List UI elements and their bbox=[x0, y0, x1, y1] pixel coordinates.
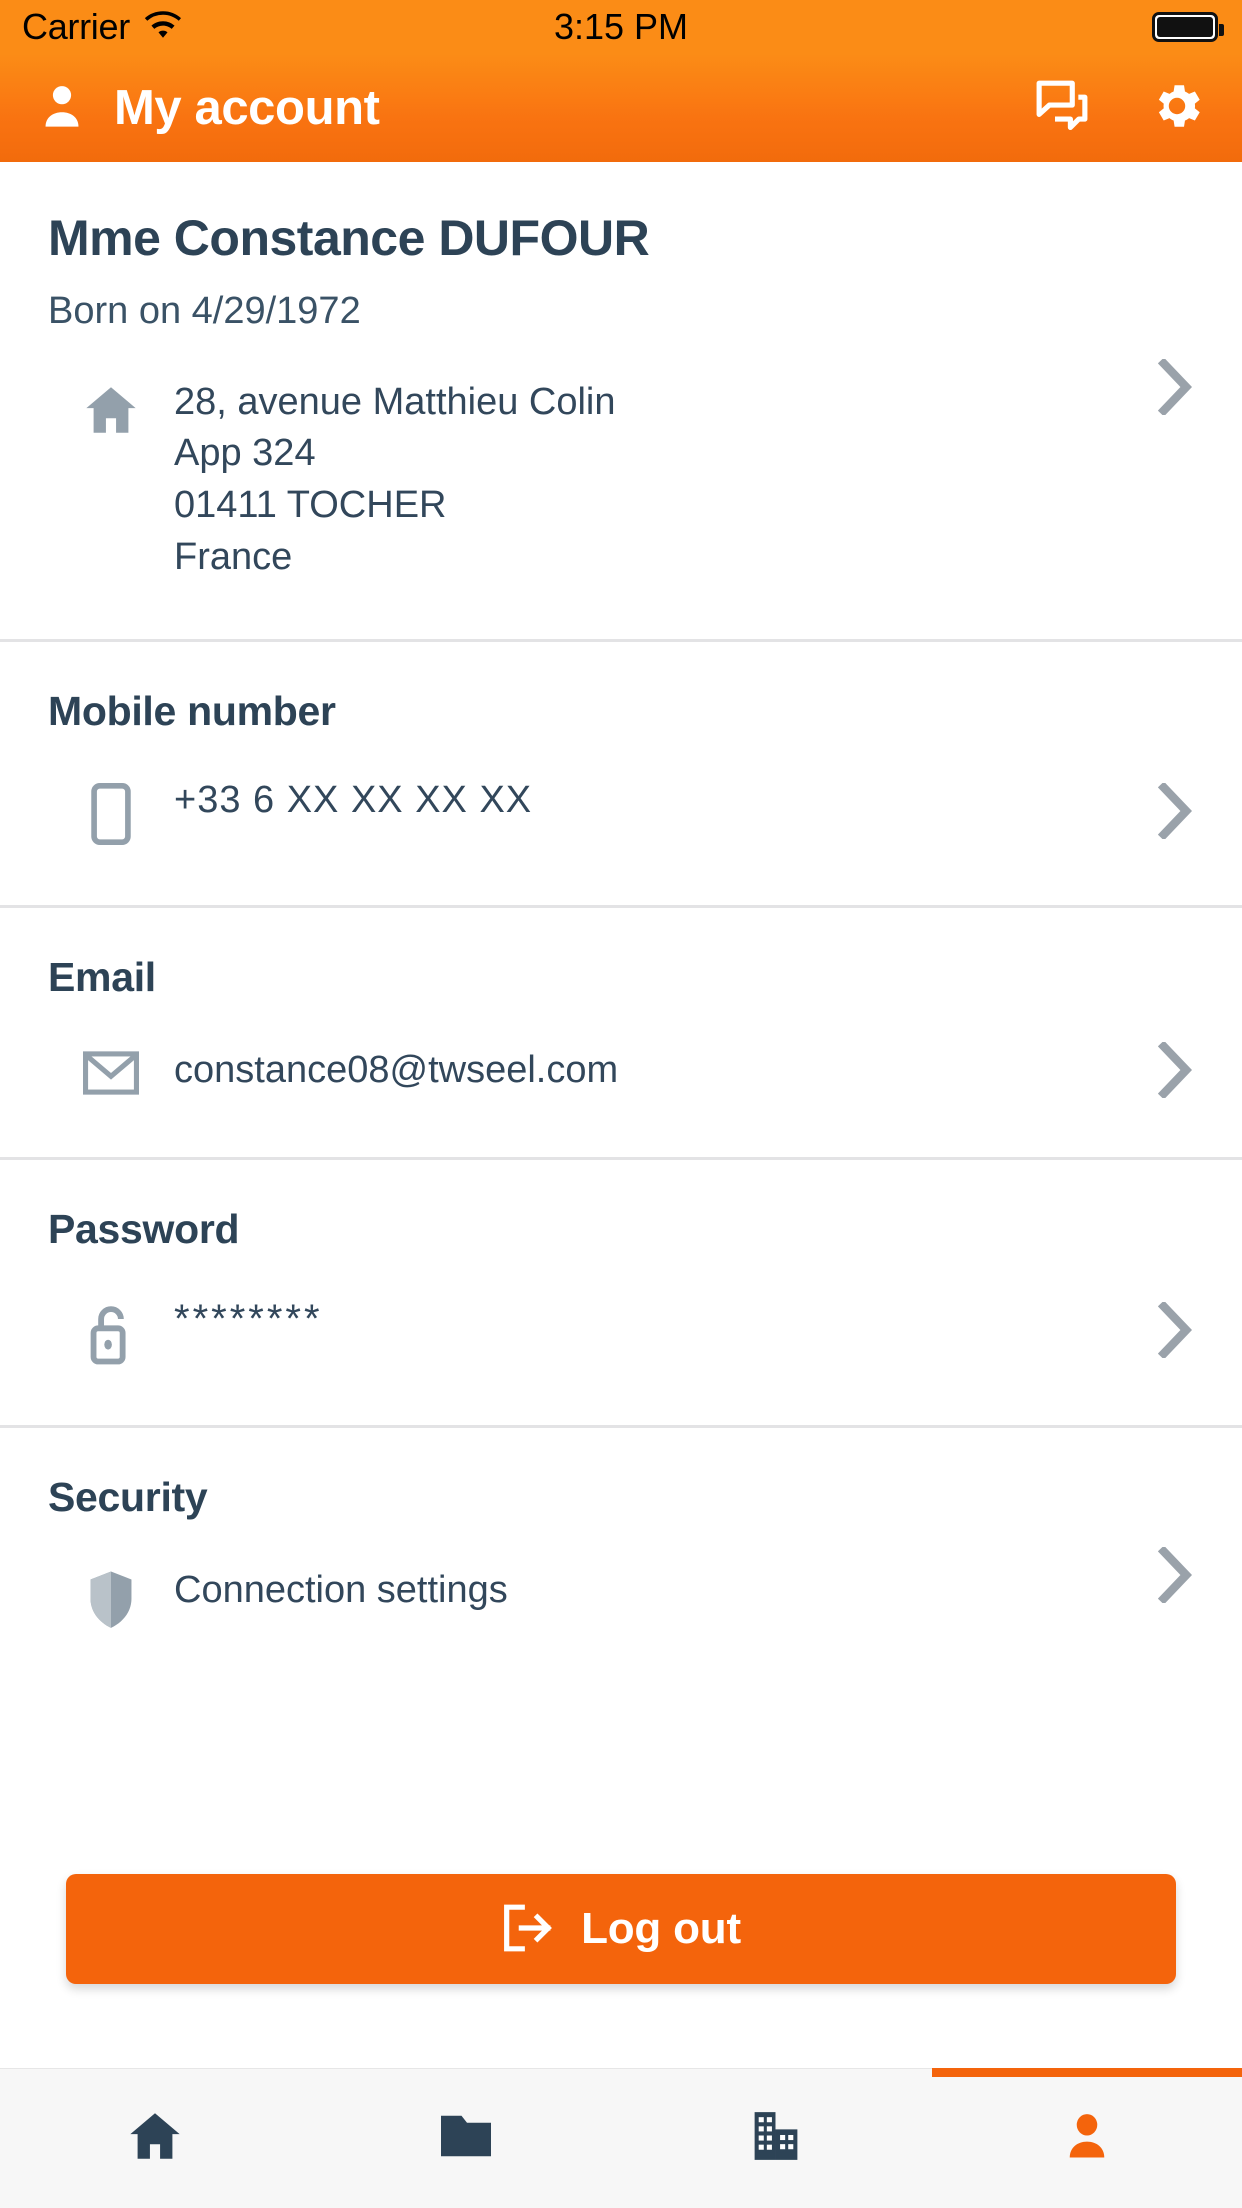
padlock-open-icon bbox=[48, 1297, 174, 1365]
address-row[interactable]: 28, avenue Matthieu Colin App 324 01411 … bbox=[48, 333, 1194, 604]
section-body: ******** bbox=[48, 1253, 1194, 1425]
mobile-number-row[interactable]: +33 6 XX XX XX XX bbox=[48, 735, 1194, 865]
active-tab-indicator bbox=[931, 2068, 1242, 2077]
building-icon bbox=[748, 2108, 804, 2169]
email-row[interactable]: constance08@twseel.com bbox=[48, 1001, 1194, 1117]
logout-label: Log out bbox=[581, 1904, 741, 1953]
chevron-right-icon[interactable] bbox=[1157, 781, 1192, 841]
password-value-wrap: ******** bbox=[174, 1297, 1194, 1342]
tab-company[interactable] bbox=[621, 2069, 932, 2208]
address-line: App 324 bbox=[174, 432, 316, 475]
email-value-wrap: constance08@twseel.com bbox=[174, 1045, 1194, 1097]
home-icon bbox=[124, 2107, 186, 2170]
mobile-number-value: +33 6 XX XX XX XX bbox=[174, 779, 533, 822]
section-body: Connection settings bbox=[48, 1521, 1194, 1691]
address-line: 01411 TOCHER bbox=[174, 483, 447, 526]
address-lines: 28, avenue Matthieu Colin App 324 01411 … bbox=[174, 377, 1194, 584]
gear-icon[interactable] bbox=[1148, 77, 1206, 140]
status-bar-clock: 3:15 PM bbox=[553, 6, 689, 47]
section-password: Password ******** bbox=[0, 1160, 1242, 1426]
person-birthdate: Born on 4/29/1972 bbox=[48, 289, 361, 332]
forum-icon[interactable] bbox=[1034, 78, 1090, 139]
mobile-number-value-wrap: +33 6 XX XX XX XX bbox=[174, 779, 1194, 822]
section-email: Email constance08@twseel.com bbox=[0, 908, 1242, 1158]
app-header-actions bbox=[1034, 77, 1206, 140]
shield-icon bbox=[48, 1565, 174, 1631]
smartphone-icon bbox=[48, 779, 174, 846]
logout-icon bbox=[501, 1902, 553, 1957]
person-icon bbox=[36, 77, 88, 140]
tab-account[interactable] bbox=[931, 2068, 1242, 2208]
password-value: ******** bbox=[174, 1297, 323, 1342]
connection-settings-label: Connection settings bbox=[174, 1569, 508, 1612]
section-security: Security Connection settings bbox=[0, 1428, 1242, 1692]
chevron-right-icon[interactable] bbox=[1157, 357, 1192, 416]
connection-settings-row[interactable]: Connection settings bbox=[48, 1521, 1194, 1651]
section-body: +33 6 XX XX XX XX bbox=[48, 735, 1194, 905]
app-screen: Carrier 3:15 PM My account Mme Constance… bbox=[0, 0, 1242, 2208]
chevron-right-icon[interactable] bbox=[1157, 1545, 1192, 1605]
person-name: Mme Constance DUFOUR bbox=[48, 210, 650, 266]
logout-container: Log out bbox=[0, 1874, 1242, 1984]
connection-settings-value-wrap: Connection settings bbox=[174, 1565, 1194, 1617]
identity-section: Mme Constance DUFOUR Born on 4/29/1972 2… bbox=[0, 162, 1242, 640]
page-title: My account bbox=[114, 81, 380, 135]
envelope-icon bbox=[48, 1045, 174, 1097]
address-line: 28, avenue Matthieu Colin bbox=[174, 380, 616, 423]
password-row[interactable]: ******** bbox=[48, 1253, 1194, 1385]
status-bar: Carrier 3:15 PM bbox=[0, 0, 1242, 54]
section-title: Security bbox=[48, 1474, 208, 1521]
app-header: My account bbox=[0, 54, 1242, 162]
section-mobile-number: Mobile number +33 6 XX XX XX XX bbox=[0, 642, 1242, 906]
app-header-left: My account bbox=[36, 77, 1034, 140]
tab-folder[interactable] bbox=[311, 2069, 622, 2208]
logout-button[interactable]: Log out bbox=[66, 1874, 1176, 1984]
person-icon bbox=[1059, 2107, 1115, 2170]
home-icon bbox=[48, 377, 174, 439]
section-title: Mobile number bbox=[48, 688, 336, 735]
bottom-tab-bar bbox=[0, 2068, 1242, 2208]
section-body: constance08@twseel.com bbox=[48, 1001, 1194, 1157]
section-title: Password bbox=[48, 1206, 240, 1253]
status-bar-right bbox=[1152, 12, 1224, 42]
battery-full-icon bbox=[1152, 12, 1224, 42]
account-content: Mme Constance DUFOUR Born on 4/29/1972 2… bbox=[0, 162, 1242, 1962]
section-title: Email bbox=[48, 954, 156, 1001]
tab-home[interactable] bbox=[0, 2069, 311, 2208]
email-value: constance08@twseel.com bbox=[174, 1049, 619, 1092]
chevron-right-icon[interactable] bbox=[1157, 1300, 1192, 1360]
address-line: France bbox=[174, 535, 293, 578]
chevron-right-icon[interactable] bbox=[1157, 1040, 1192, 1100]
folder-icon bbox=[436, 2109, 496, 2168]
